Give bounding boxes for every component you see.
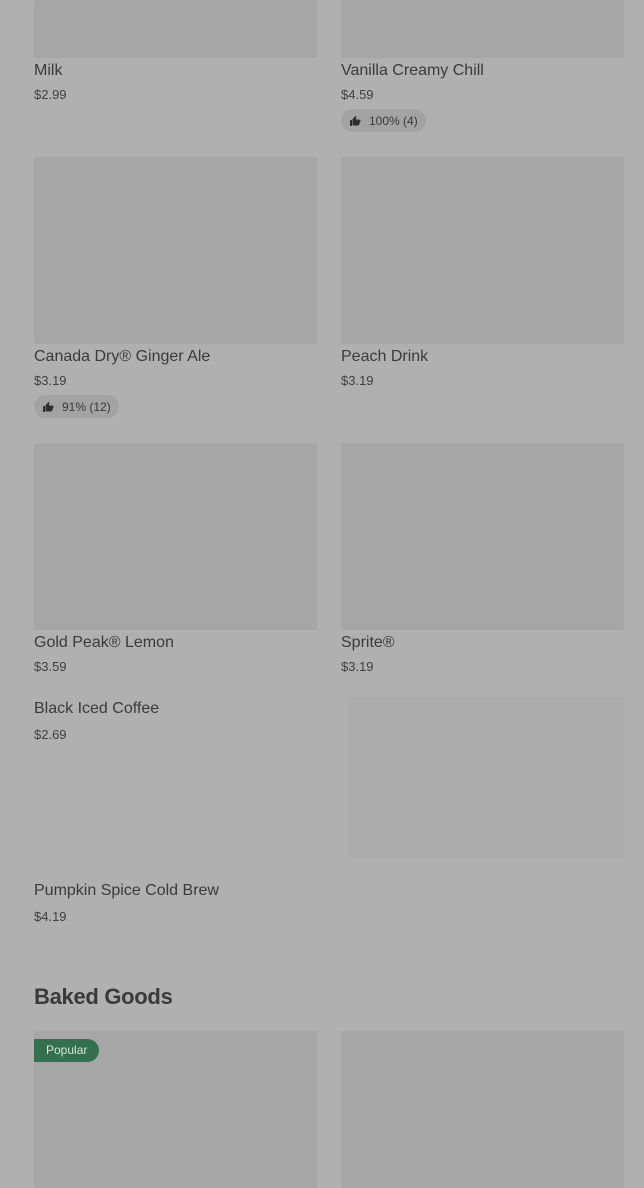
product-price-peach-drink: $3.19 (341, 373, 374, 388)
section-title-baked-goods: Baked Goods (34, 984, 173, 1009)
product-name-pumpkin-spice-cold-brew[interactable]: Pumpkin Spice Cold Brew (34, 882, 219, 900)
product-image-baked-good-2[interactable] (341, 1031, 624, 1188)
thumbs-up-icon (43, 401, 54, 412)
product-name-sprite[interactable]: Sprite® (341, 634, 395, 652)
product-price-gold-peak-lemon: $3.59 (34, 659, 67, 674)
product-price-black-iced-coffee: $2.69 (34, 727, 67, 742)
product-image-peach-drink[interactable] (341, 157, 624, 344)
rating-text: 91% (12) (62, 399, 111, 414)
thumbs-up-icon (350, 115, 361, 126)
product-price-pumpkin-spice-cold-brew: $4.19 (34, 909, 67, 924)
product-name-vanilla-creamy-chill[interactable]: Vanilla Creamy Chill (341, 62, 484, 80)
rating-badge: 100% (4) (341, 109, 426, 132)
product-price-canada-dry-ginger-ale: $3.19 (34, 373, 67, 388)
popular-badge: Popular (34, 1039, 100, 1062)
product-name-milk[interactable]: Milk (34, 62, 62, 80)
rating-text: 100% (4) (369, 113, 418, 128)
product-image-vanilla-creamy-chill[interactable] (341, 0, 624, 58)
rating-badge: 91% (12) (34, 395, 119, 418)
product-name-canada-dry-ginger-ale[interactable]: Canada Dry® Ginger Ale (34, 348, 210, 366)
product-price-sprite: $3.19 (341, 659, 374, 674)
product-image-canada-dry-ginger-ale[interactable] (34, 157, 317, 344)
product-image-sprite[interactable] (341, 443, 624, 630)
product-price-milk: $2.99 (34, 87, 67, 102)
product-image-milk[interactable] (34, 0, 317, 58)
product-image-black-iced-coffee[interactable] (348, 697, 624, 859)
product-name-gold-peak-lemon[interactable]: Gold Peak® Lemon (34, 634, 174, 652)
product-price-vanilla-creamy-chill: $4.59 (341, 87, 374, 102)
product-name-black-iced-coffee[interactable]: Black Iced Coffee (34, 700, 159, 718)
product-name-peach-drink[interactable]: Peach Drink (341, 348, 428, 366)
product-image-gold-peak-lemon[interactable] (34, 443, 317, 630)
